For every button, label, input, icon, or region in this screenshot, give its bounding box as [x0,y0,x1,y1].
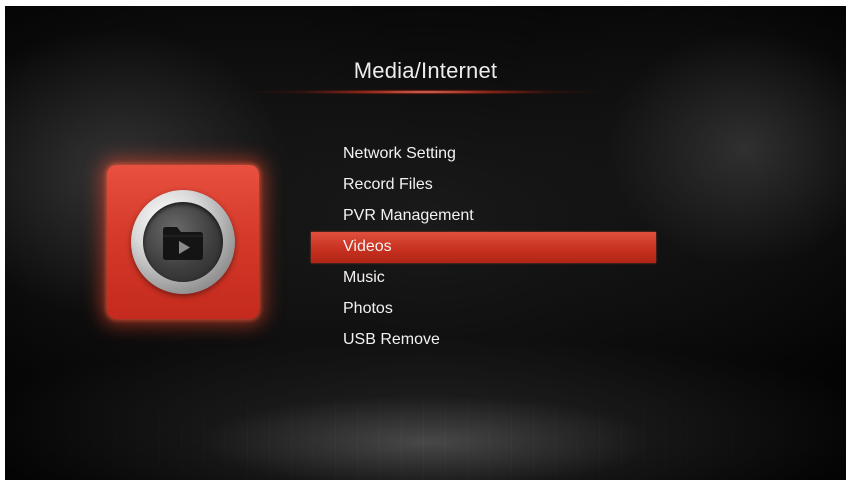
category-icon-tile [107,165,259,319]
menu-item-network-setting[interactable]: Network Setting [311,139,656,170]
menu-item-music[interactable]: Music [311,263,656,294]
menu-item-pvr-management[interactable]: PVR Management [311,201,656,232]
menu-item-usb-remove[interactable]: USB Remove [311,325,656,356]
menu-item-videos[interactable]: Videos [311,232,656,263]
menu-item-record-files[interactable]: Record Files [311,170,656,201]
tv-screen: Media/Internet Network Setting Record Fi… [5,6,846,480]
menu-item-photos[interactable]: Photos [311,294,656,325]
stage-floor [5,386,846,480]
page-title: Media/Internet [353,58,498,83]
title-underline [240,89,610,95]
video-folder-icon [163,227,203,260]
disc-inner [143,202,223,282]
disc-ring [131,190,235,294]
media-menu: Network Setting Record Files PVR Managem… [311,139,656,356]
